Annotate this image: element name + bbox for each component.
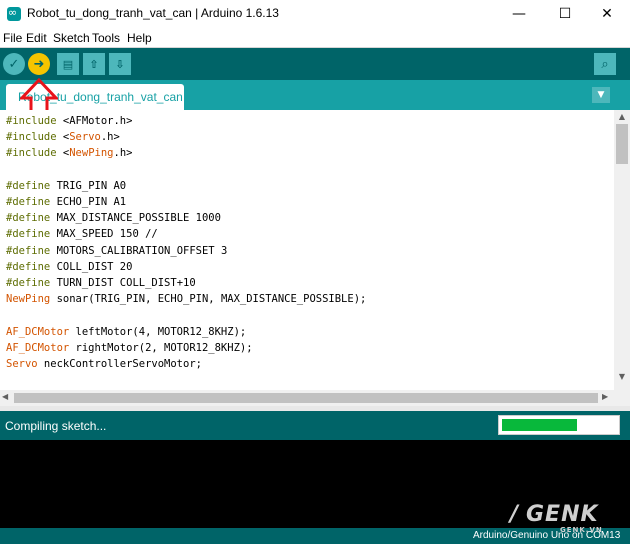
code-token: AF_DCMotor bbox=[6, 341, 70, 354]
menu-sketch[interactable]: Sketch bbox=[53, 31, 90, 45]
code-token: ECHO_PIN A1 bbox=[50, 196, 127, 208]
magnifier-icon: ⌕ bbox=[601, 56, 609, 72]
code-line: AF_DCMotor rightMotor(2, MOTOR12_8KHZ); bbox=[6, 340, 253, 356]
compile-progress-fill bbox=[502, 419, 578, 431]
code-token: #define bbox=[6, 260, 51, 273]
code-token: AF_DCMotor bbox=[6, 325, 70, 338]
menu-tools[interactable]: Tools bbox=[92, 31, 120, 45]
code-token: TURN_DIST COLL_DIST+10 bbox=[50, 277, 196, 289]
upload-button[interactable]: ➜ bbox=[28, 53, 50, 75]
status-message: Compiling sketch... bbox=[5, 419, 107, 433]
toolbar: ✓ ➜ ▤ ⇧ ⇩ ⌕ bbox=[0, 48, 630, 80]
save-down-arrow-icon: ⇩ bbox=[115, 57, 125, 71]
code-token: .h> bbox=[113, 147, 133, 160]
code-token: NewPing bbox=[69, 147, 114, 160]
code-token: #define bbox=[6, 277, 51, 289]
code-token: MAX_SPEED 150 // bbox=[50, 228, 158, 241]
scroll-left-icon[interactable]: ◀ bbox=[2, 392, 8, 401]
code-line: #include <Servo.h> bbox=[6, 129, 120, 145]
code-token: #include bbox=[6, 147, 57, 160]
code-token: neckControllerServoMotor; bbox=[37, 358, 202, 370]
code-editor[interactable]: #include <AFMotor.h> #include <Servo.h> #i… bbox=[0, 110, 614, 390]
code-line: #define ECHO_PIN A1 bbox=[6, 194, 126, 210]
code-token: MAX_DISTANCE_POSSIBLE 1000 bbox=[50, 212, 221, 225]
open-up-arrow-icon: ⇧ bbox=[89, 57, 99, 71]
code-line: #define MAX_DISTANCE_POSSIBLE 1000 bbox=[6, 210, 221, 226]
minimize-button[interactable]: — bbox=[496, 0, 542, 28]
code-token: MOTORS_CALIBRATION_OFFSET 3 bbox=[50, 244, 228, 257]
vertical-scrollbar[interactable]: ▲ ▼ bbox=[614, 110, 630, 406]
code-token: #define bbox=[6, 196, 51, 208]
code-token: #define bbox=[6, 179, 51, 192]
horizontal-scrollbar[interactable]: ◀ ▶ bbox=[0, 390, 614, 406]
tab-strip: Robot_tu_dong_tranh_vat_can ▼ bbox=[0, 80, 630, 110]
code-line: #define TRIG_PIN A0 bbox=[6, 178, 126, 194]
code-token: #define bbox=[6, 212, 51, 225]
code-token: COLL_DIST 20 bbox=[50, 260, 133, 273]
code-line: #define MAX_SPEED 150 // bbox=[6, 226, 158, 242]
code-token: <AFMotor.h> bbox=[56, 115, 133, 127]
watermark-brand: GENK bbox=[526, 502, 599, 527]
chevron-down-icon: ▼ bbox=[597, 90, 605, 100]
serial-monitor-button[interactable]: ⌕ bbox=[594, 53, 616, 75]
code-token: < bbox=[56, 147, 70, 160]
code-token: TRIG_PIN A0 bbox=[50, 179, 127, 192]
scroll-up-icon[interactable]: ▲ bbox=[614, 112, 630, 124]
code-token: #define bbox=[6, 244, 51, 257]
code-token: leftMotor(4, MOTOR12_8KHZ); bbox=[69, 325, 247, 338]
code-token: NewPing bbox=[6, 293, 51, 306]
watermark-sub: GENK.VN bbox=[560, 526, 603, 534]
code-token: #define bbox=[6, 228, 51, 241]
title-bar: Robot_tu_dong_tranh_vat_can | Arduino 1.… bbox=[0, 0, 630, 28]
watermark-slash-icon: / bbox=[510, 502, 519, 527]
menu-edit[interactable]: Edit bbox=[26, 31, 47, 45]
code-token: .h> bbox=[100, 131, 120, 144]
vertical-scroll-thumb[interactable] bbox=[616, 124, 628, 164]
scroll-down-icon[interactable]: ▼ bbox=[614, 372, 630, 384]
code-line: NewPing sonar(TRIG_PIN, ECHO_PIN, MAX_DI… bbox=[6, 291, 366, 307]
code-token: #include bbox=[6, 131, 57, 144]
board-status-footer: Arduino/Genuino Uno on COM13 bbox=[0, 528, 630, 544]
code-token: #include bbox=[6, 115, 57, 127]
menu-bar: File Edit Sketch Tools Help bbox=[0, 28, 630, 48]
code-line: AF_DCMotor leftMotor(4, MOTOR12_8KHZ); bbox=[6, 324, 246, 340]
code-line: #include <NewPing.h> bbox=[6, 145, 132, 161]
code-line: Servo neckControllerServoMotor; bbox=[6, 356, 202, 372]
code-token: Servo bbox=[6, 358, 38, 370]
open-sketch-button[interactable]: ⇧ bbox=[83, 53, 105, 75]
arrow-right-icon: ➜ bbox=[33, 56, 45, 72]
code-token: rightMotor(2, MOTOR12_8KHZ); bbox=[69, 341, 253, 354]
new-sketch-button[interactable]: ▤ bbox=[57, 53, 79, 75]
arduino-logo-icon bbox=[7, 4, 21, 22]
menu-help[interactable]: Help bbox=[127, 31, 152, 45]
menu-file[interactable]: File bbox=[3, 31, 22, 45]
compile-progress-bar bbox=[498, 415, 620, 435]
check-icon: ✓ bbox=[8, 56, 20, 72]
code-token: < bbox=[56, 131, 70, 144]
code-line: #define COLL_DIST 20 bbox=[6, 259, 132, 275]
save-sketch-button[interactable]: ⇩ bbox=[109, 53, 131, 75]
new-file-icon: ▤ bbox=[62, 57, 74, 71]
window-title: Robot_tu_dong_tranh_vat_can | Arduino 1.… bbox=[27, 6, 279, 20]
code-token: Servo bbox=[69, 131, 101, 144]
horizontal-scroll-thumb[interactable] bbox=[14, 393, 598, 403]
maximize-button[interactable]: ☐ bbox=[542, 0, 588, 28]
code-line: #include <AFMotor.h> bbox=[6, 113, 132, 129]
code-line: #define MOTORS_CALIBRATION_OFFSET 3 bbox=[6, 243, 227, 259]
status-bar: Compiling sketch... bbox=[0, 411, 630, 440]
tab-menu-button[interactable]: ▼ bbox=[592, 87, 610, 103]
code-token: sonar(TRIG_PIN, ECHO_PIN, MAX_DISTANCE_P… bbox=[50, 293, 367, 306]
genk-watermark: / GENK bbox=[510, 502, 628, 527]
scroll-right-icon[interactable]: ▶ bbox=[602, 392, 608, 401]
code-line: #define TURN_DIST COLL_DIST+10 bbox=[6, 275, 196, 291]
verify-button[interactable]: ✓ bbox=[3, 53, 25, 75]
close-button[interactable]: ✕ bbox=[584, 0, 630, 28]
